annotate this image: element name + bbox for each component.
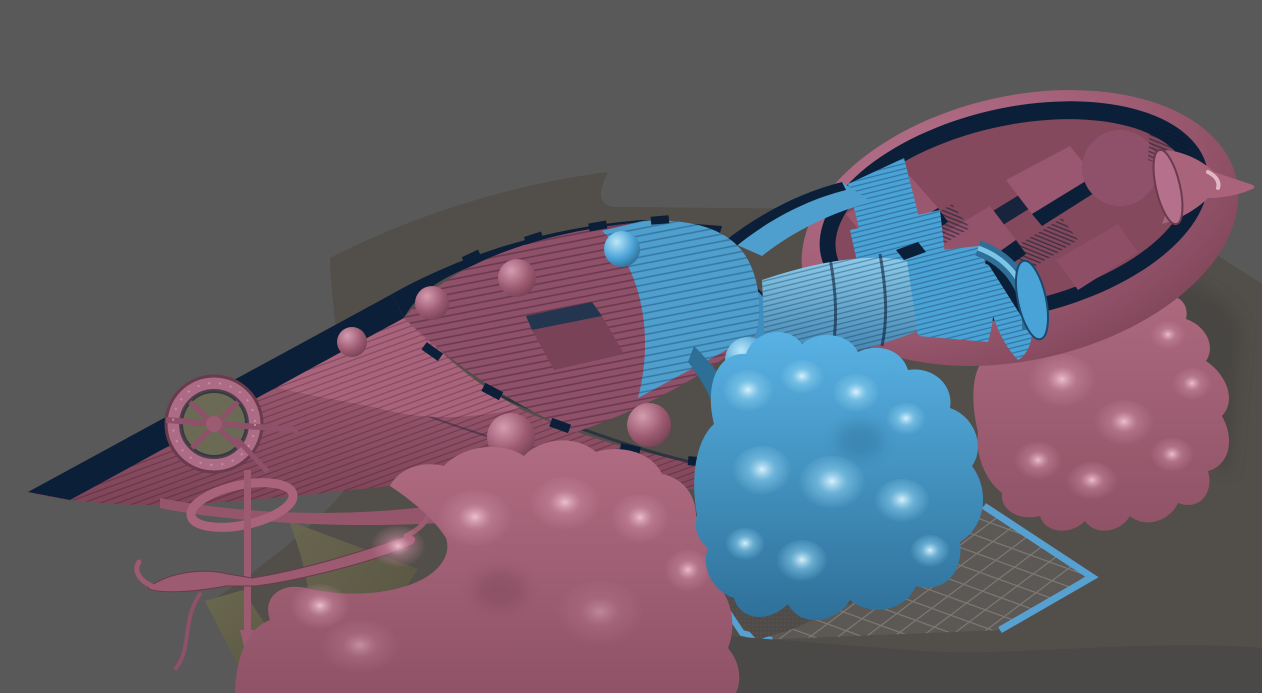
cloud-highlight (798, 456, 866, 512)
cloud-highlight (1014, 442, 1062, 482)
cloud-highlight (780, 360, 824, 396)
cloud-highlight (1172, 368, 1212, 402)
cloud-highlight (1150, 321, 1186, 351)
cloud-highlight (664, 550, 712, 594)
cloud-highlight (725, 528, 765, 562)
cloud-highlight (832, 374, 880, 414)
cloud-highlight (776, 540, 828, 584)
cloud-crevice (836, 422, 884, 458)
cloud-highlight (910, 535, 950, 569)
cloud-highlight (1094, 400, 1154, 448)
dome-blue[interactable] (604, 231, 640, 267)
cloud-highlight (610, 494, 670, 546)
stern-cabin-dome[interactable] (1082, 130, 1158, 206)
cloud-highlight (437, 490, 513, 550)
model-preview-canvas[interactable] (0, 0, 1262, 693)
dome-maroon[interactable] (627, 403, 671, 447)
engine-elbow-stripes (906, 246, 993, 342)
3d-viewport[interactable] (0, 0, 1262, 693)
cloud-highlight (732, 446, 792, 498)
dome-maroon[interactable] (498, 259, 536, 297)
cloud-highlight (1066, 462, 1118, 502)
dome-maroon[interactable] (415, 286, 449, 320)
dome-maroon[interactable] (337, 327, 367, 357)
cloud-highlight (886, 403, 926, 437)
cloud-highlight (370, 526, 426, 570)
wheel-hub (206, 416, 222, 432)
cloud-highlight (529, 477, 601, 533)
cloud-highlight (1150, 438, 1194, 474)
cloud-highlight (320, 620, 400, 676)
cloud-highlight (874, 479, 930, 525)
cloud-highlight (556, 581, 644, 649)
anchor-shank[interactable] (244, 470, 251, 632)
cloud-highlight (722, 370, 774, 414)
cloud-highlight (1028, 354, 1096, 410)
cloud-crevice (474, 570, 526, 610)
